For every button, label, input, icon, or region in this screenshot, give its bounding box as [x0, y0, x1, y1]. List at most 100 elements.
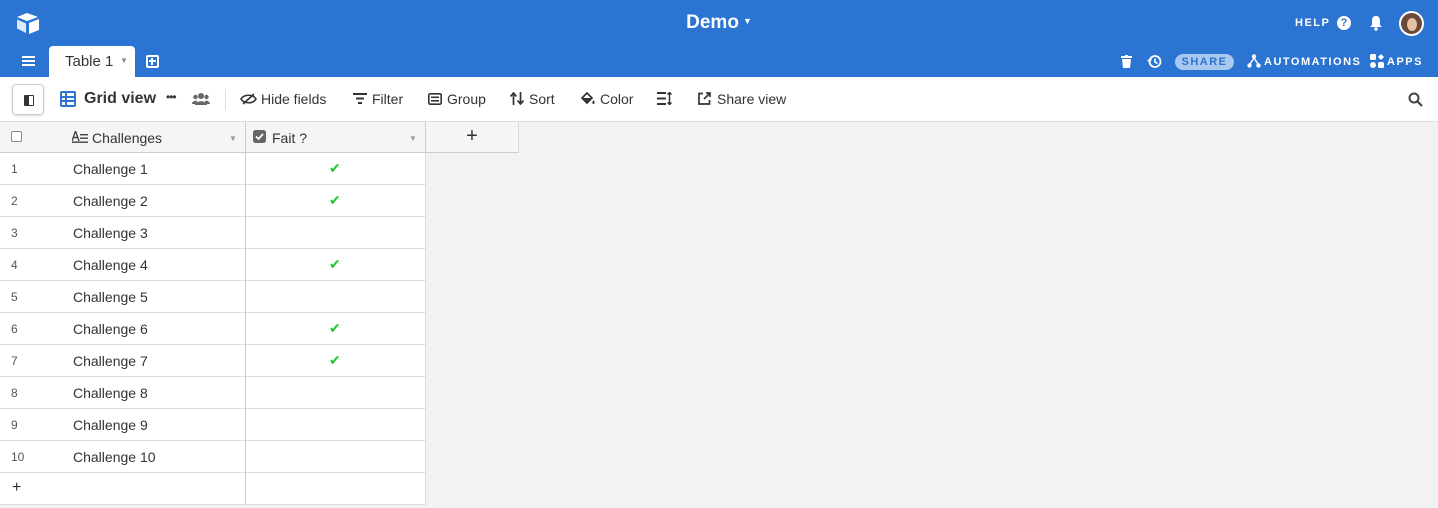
challenge-cell[interactable]: Challenge 9	[73, 417, 148, 433]
column-header-fait[interactable]: Fait ?	[272, 130, 307, 146]
collaborators-icon[interactable]	[192, 92, 210, 106]
checkbox-icon	[253, 130, 266, 143]
checkmark-icon[interactable]: ✔	[329, 352, 341, 369]
automations-button[interactable]: AUTOMATIONS	[1247, 54, 1361, 68]
long-text-icon	[72, 131, 88, 143]
table-row[interactable]: 8 Challenge 8	[0, 377, 246, 409]
fait-checkbox-cell[interactable]	[246, 377, 426, 409]
challenge-cell[interactable]: Challenge 5	[73, 289, 148, 305]
add-row-cell[interactable]	[246, 473, 426, 505]
add-table-icon[interactable]	[146, 55, 159, 68]
hide-fields-icon	[240, 93, 257, 105]
more-options-icon[interactable]: •••	[166, 90, 177, 104]
view-name[interactable]: Grid view	[84, 90, 156, 108]
challenge-cell[interactable]: Challenge 4	[73, 257, 148, 273]
color-label: Color	[600, 91, 634, 107]
table-row[interactable]: 10 Challenge 10	[0, 441, 246, 473]
grid-view-icon	[60, 91, 76, 107]
top-bar: Demo ▼ HELP ? Table 1 ▼ SHARE AUTOMATIONS…	[0, 0, 1438, 77]
row-number: 4	[11, 258, 18, 272]
group-button[interactable]: Group	[428, 91, 486, 107]
challenge-cell[interactable]: Challenge 2	[73, 193, 148, 209]
chevron-down-icon[interactable]: ▼	[120, 56, 128, 65]
fait-checkbox-cell[interactable]	[246, 281, 426, 313]
row-number: 3	[11, 226, 18, 240]
add-row-button[interactable]: +	[0, 473, 246, 505]
challenge-cell[interactable]: Challenge 8	[73, 385, 148, 401]
fait-checkbox-cell[interactable]: ✔	[246, 185, 426, 217]
avatar[interactable]	[1399, 11, 1424, 36]
avatar-face	[1407, 18, 1417, 31]
tab-table-1[interactable]: Table 1 ▼	[49, 46, 135, 77]
checkmark-icon[interactable]: ✔	[329, 160, 341, 177]
group-icon	[428, 93, 442, 105]
apps-label: APPS	[1387, 56, 1423, 68]
challenge-cell[interactable]: Challenge 3	[73, 225, 148, 241]
checkmark-icon[interactable]: ✔	[329, 256, 341, 273]
table-row[interactable]: 5 Challenge 5	[0, 281, 246, 313]
challenge-cell[interactable]: Challenge 7	[73, 353, 148, 369]
filter-button[interactable]: Filter	[353, 91, 403, 107]
sort-button[interactable]: Sort	[509, 91, 555, 107]
fait-checkbox-cell[interactable]	[246, 409, 426, 441]
bell-icon[interactable]	[1369, 15, 1383, 31]
row-number: 7	[11, 354, 18, 368]
row-number: 6	[11, 322, 18, 336]
fait-checkbox-cell[interactable]: ✔	[246, 313, 426, 345]
row-height-icon[interactable]	[657, 92, 672, 105]
table-row[interactable]: 4 Challenge 4	[0, 249, 246, 281]
view-toolbar: Grid view ••• Hide fields Filter Group S…	[0, 77, 1438, 122]
challenge-cell[interactable]: Challenge 10	[73, 449, 156, 465]
column-header-challenges[interactable]: Challenges	[92, 130, 162, 146]
add-row-icon: +	[12, 479, 22, 496]
table-row[interactable]: 7 Challenge 7	[0, 345, 246, 377]
table-row[interactable]: 3 Challenge 3	[0, 217, 246, 249]
fait-checkbox-cell[interactable]	[246, 217, 426, 249]
fait-checkbox-cell[interactable]: ✔	[246, 345, 426, 377]
table-row[interactable]: 1 Challenge 1	[0, 153, 246, 185]
search-icon[interactable]	[1408, 92, 1423, 107]
color-button[interactable]: Color	[580, 91, 633, 107]
automations-label: AUTOMATIONS	[1264, 56, 1362, 68]
row-number: 10	[11, 450, 25, 464]
row-number: 5	[11, 290, 18, 304]
challenge-cell[interactable]: Challenge 6	[73, 321, 148, 337]
apps-button[interactable]: APPS	[1370, 54, 1423, 68]
fait-checkbox-cell[interactable]: ✔	[246, 249, 426, 281]
table-row[interactable]: 6 Challenge 6	[0, 313, 246, 345]
share-view-label: Share view	[717, 91, 787, 107]
trash-icon[interactable]	[1121, 55, 1132, 68]
base-title[interactable]: Demo ▼	[0, 12, 1438, 34]
table-row[interactable]: 2 Challenge 2	[0, 185, 246, 217]
select-all-checkbox[interactable]	[11, 131, 22, 142]
row-number: 1	[11, 162, 18, 176]
hide-fields-label: Hide fields	[261, 91, 327, 107]
checkmark-icon[interactable]: ✔	[329, 320, 341, 337]
sort-label: Sort	[529, 91, 555, 107]
group-label: Group	[447, 91, 486, 107]
fait-checkbox-cell[interactable]	[246, 441, 426, 473]
header-cell-fait: Fait ? ▼	[246, 122, 426, 153]
column-menu-chevron-icon[interactable]: ▼	[229, 134, 237, 143]
table-row[interactable]: 9 Challenge 9	[0, 409, 246, 441]
toolbar-divider	[225, 89, 226, 110]
row-number: 2	[11, 194, 18, 208]
share-button[interactable]: SHARE	[1175, 54, 1234, 70]
sort-icon	[509, 91, 525, 106]
help-button[interactable]: HELP	[1295, 17, 1330, 29]
share-view-button[interactable]: Share view	[698, 91, 786, 107]
add-column-button[interactable]: +	[426, 122, 519, 153]
column-menu-chevron-icon[interactable]: ▼	[409, 134, 417, 143]
chevron-down-icon: ▼	[742, 15, 752, 26]
checkmark-icon[interactable]: ✔	[329, 192, 341, 209]
base-title-text: Demo	[686, 12, 739, 33]
hamburger-menu-icon[interactable]	[22, 55, 35, 67]
fait-checkbox-cell[interactable]: ✔	[246, 153, 426, 185]
challenge-cell[interactable]: Challenge 1	[73, 161, 148, 177]
history-icon[interactable]	[1147, 54, 1162, 69]
hide-fields-button[interactable]: Hide fields	[240, 91, 326, 107]
filter-icon	[353, 93, 367, 104]
help-icon[interactable]: ?	[1337, 16, 1351, 30]
automations-icon	[1247, 54, 1261, 68]
sidebar-toggle-button[interactable]	[12, 84, 44, 115]
